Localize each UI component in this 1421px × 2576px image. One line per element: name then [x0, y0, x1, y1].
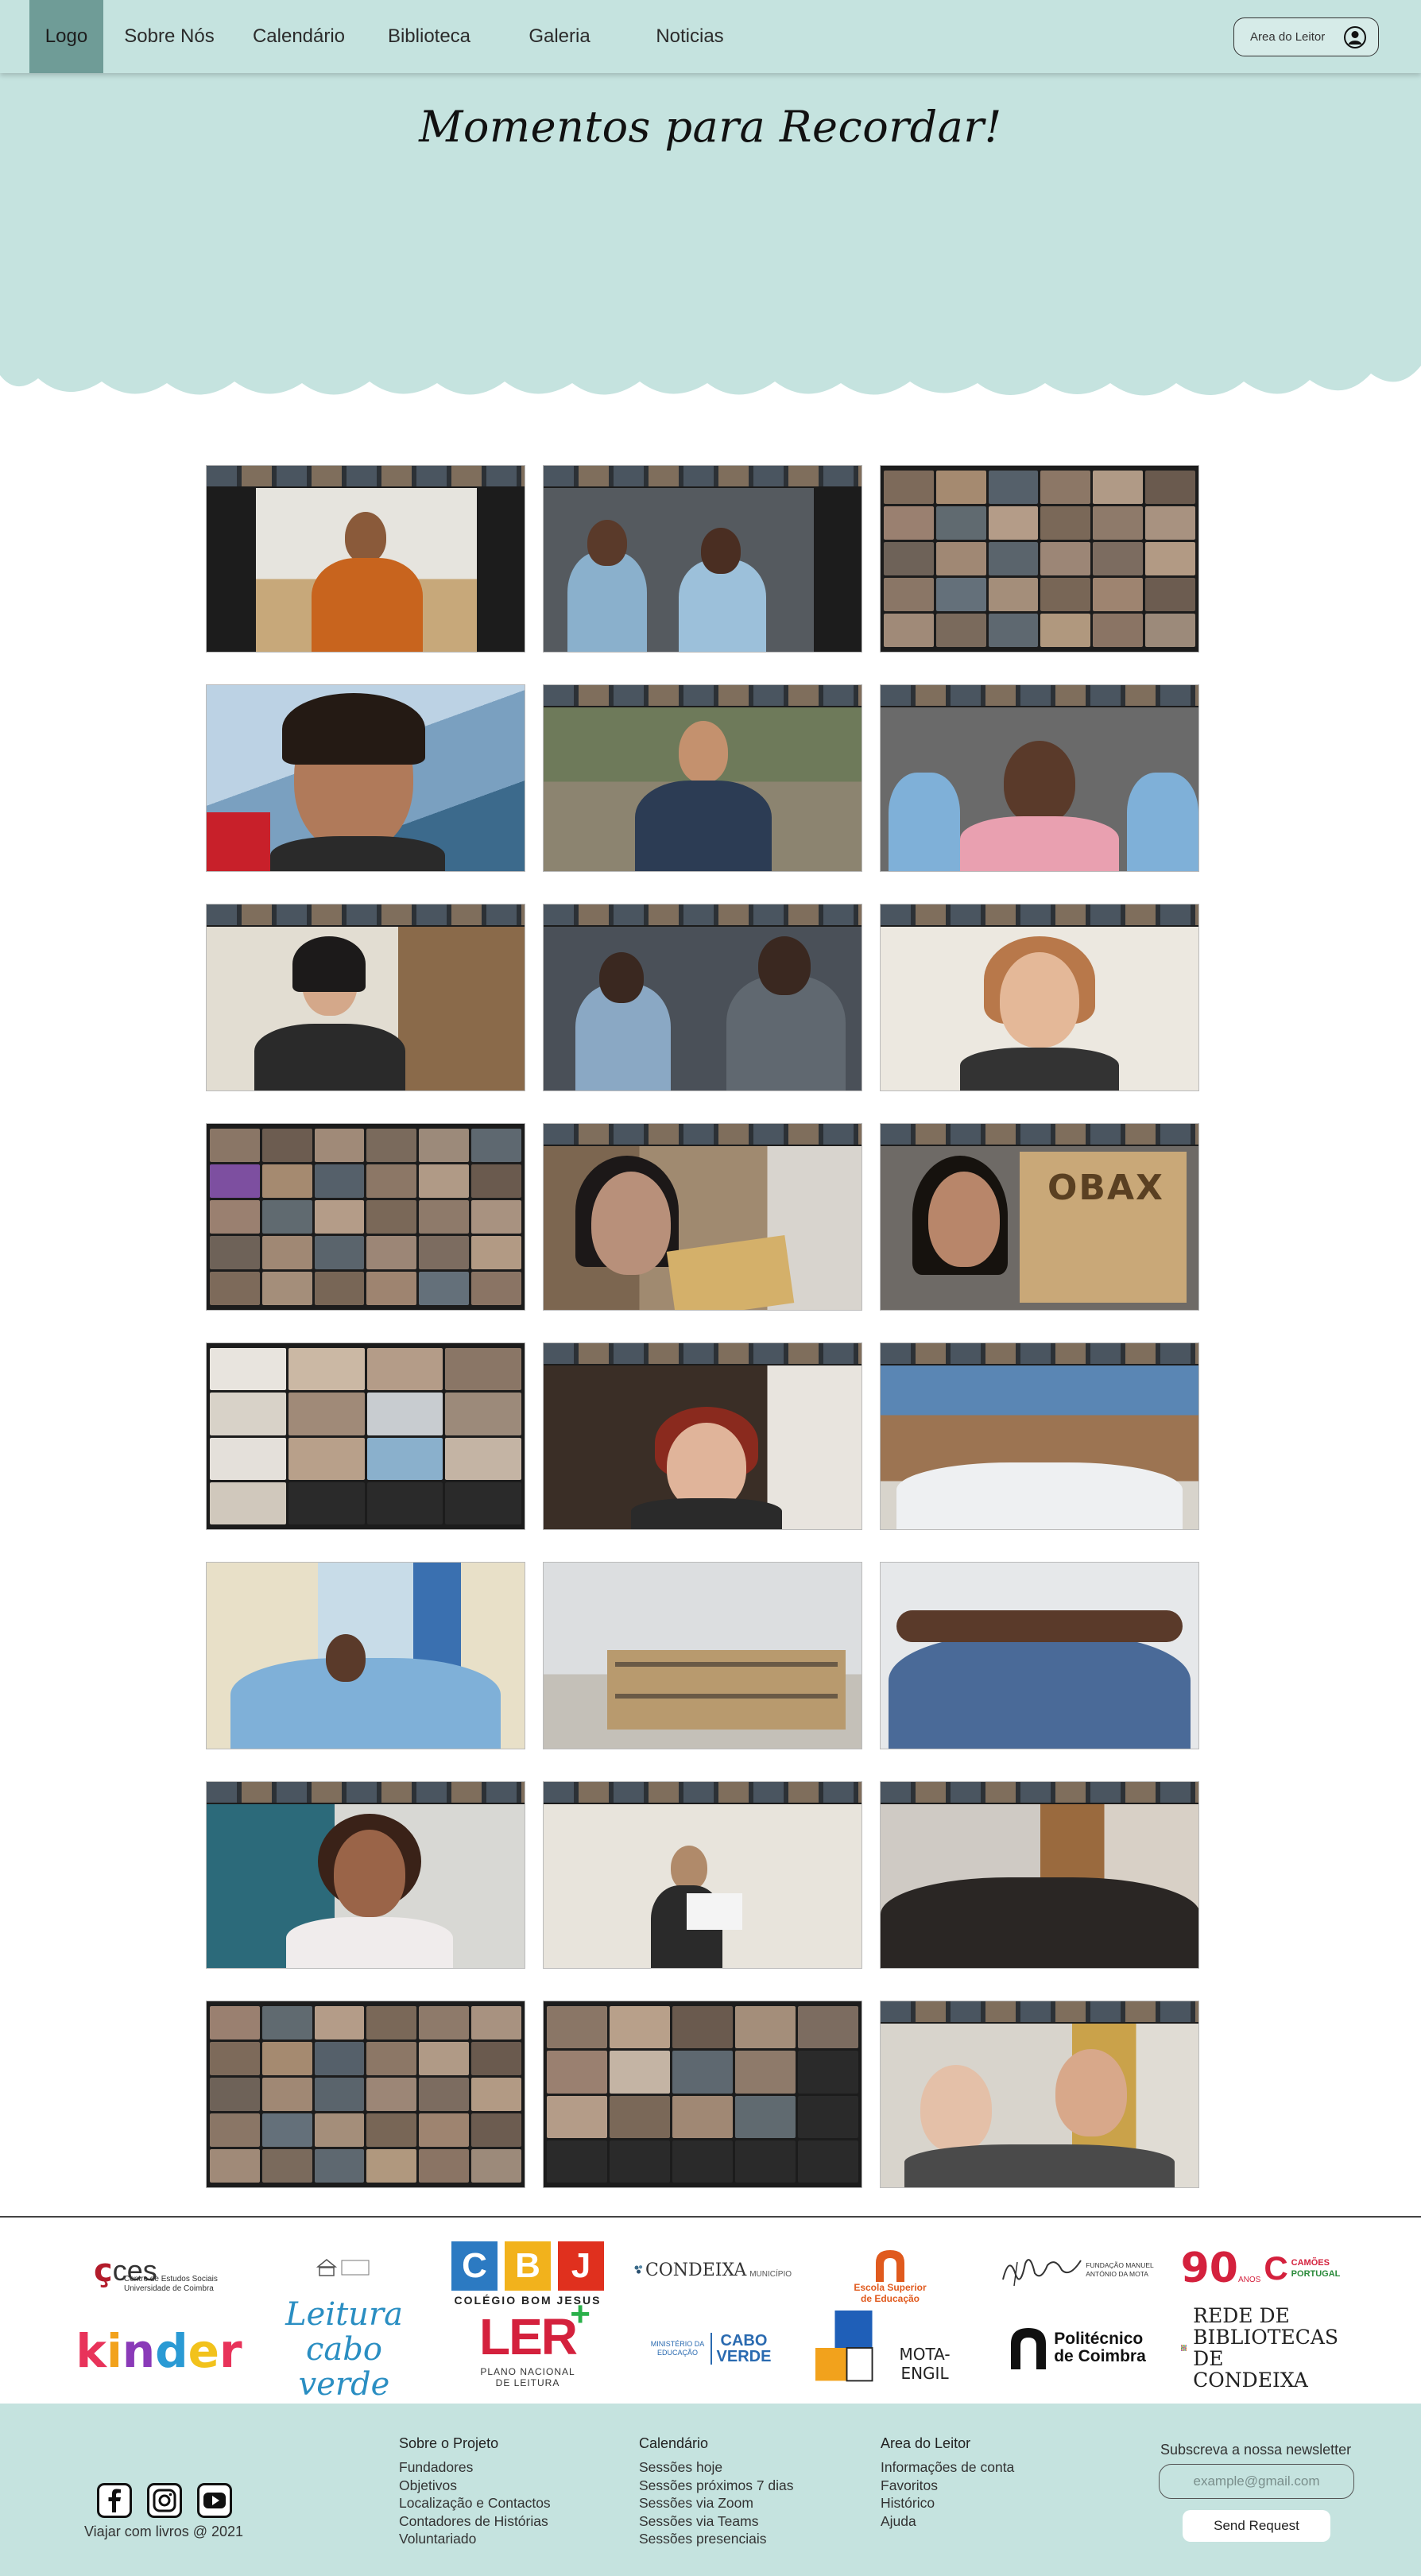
footer-link[interactable]: Informações de conta — [881, 2458, 1014, 2477]
gallery-photo[interactable] — [880, 1342, 1199, 1530]
nav-calendario[interactable]: Calendário — [245, 0, 353, 73]
footer-link[interactable]: Sessões via Zoom — [639, 2494, 794, 2512]
ces-logo: ç ces Centro de Estudos Sociais Universi… — [94, 2253, 218, 2293]
gallery-photo[interactable] — [880, 465, 1199, 653]
cloud-border — [0, 318, 1421, 396]
gallery-photo[interactable] — [543, 1123, 862, 1311]
gallery-photo[interactable] — [543, 1781, 862, 1969]
footer-link[interactable]: Favoritos — [881, 2477, 1014, 2495]
gallery-photo[interactable] — [206, 465, 525, 653]
gallery-photo[interactable] — [206, 904, 525, 1091]
ese-arch-icon — [876, 2250, 904, 2282]
facebook-icon[interactable] — [97, 2483, 132, 2518]
footer-link[interactable]: Voluntariado — [399, 2530, 551, 2548]
mota-engil-logo: MOTA-ENGIL — [815, 2308, 971, 2388]
gallery-photo[interactable] — [206, 684, 525, 872]
politecnico-arch-icon — [1011, 2328, 1047, 2369]
top-navbar: Logo Sobre Nós Calendário Biblioteca Gal… — [0, 0, 1421, 73]
gallery-photo[interactable] — [206, 1781, 525, 1969]
gallery-photo[interactable] — [206, 1123, 525, 1311]
gallery-photo[interactable] — [543, 904, 862, 1091]
page-title: Momentos para Recordar! — [419, 102, 1002, 152]
user-circle-icon — [1344, 26, 1366, 48]
gallery-photo[interactable]: OBAX — [880, 1123, 1199, 1311]
newsletter-email-input[interactable] — [1159, 2464, 1354, 2499]
book-cover-text: OBAX — [1047, 1168, 1164, 1208]
rede-bibliotecas-condeixa-logo: REDE DE BIBLIOTECAS DE CONDEIXA — [1181, 2305, 1338, 2391]
gallery-photo[interactable] — [543, 684, 862, 872]
instagram-icon[interactable] — [147, 2483, 182, 2518]
youtube-icon[interactable] — [197, 2483, 232, 2518]
ministerio-educacao-cabo-verde-logo: MINISTÉRIO DA EDUCAÇÃO CABO VERDE — [650, 2332, 772, 2365]
gallery-photo[interactable] — [206, 1342, 525, 1530]
footer-column-title: Sobre o Projeto — [399, 2435, 499, 2451]
footer-column-title: Calendário — [639, 2435, 709, 2451]
gallery-photo[interactable] — [880, 904, 1199, 1091]
gallery-photo[interactable] — [543, 1342, 862, 1530]
gallery-photo[interactable] — [543, 465, 862, 653]
footer-link[interactable]: Fundadores — [399, 2458, 551, 2477]
gallery-photo[interactable] — [880, 684, 1199, 872]
partners-divider — [0, 2216, 1421, 2218]
ler-plano-nacional-logo: LER + PLANO NACIONAL DE LEITURA — [479, 2295, 590, 2388]
send-request-button[interactable]: Send Request — [1183, 2510, 1330, 2542]
camoes-90-anos-logo: 90 ANOS C CAMÕES PORTUGAL — [1180, 2245, 1341, 2292]
unesco-logo — [315, 2256, 374, 2283]
mota-engil-squares-icon — [815, 2310, 873, 2382]
footer-link[interactable]: Histórico — [881, 2494, 1014, 2512]
footer-link[interactable]: Sessões presenciais — [639, 2530, 794, 2548]
footer-column-projeto: Sobre o Projeto Fundadores Objetivos Loc… — [399, 2435, 551, 2548]
mosaic-grid-icon — [1181, 2345, 1187, 2351]
newsletter-label: Subscreva a nossa newsletter — [1160, 2442, 1352, 2458]
gallery-photo[interactable] — [880, 1562, 1199, 1749]
footer-link[interactable]: Sessões via Teams — [639, 2512, 794, 2531]
footer-link[interactable]: Objetivos — [399, 2477, 551, 2495]
politecnico-de-coimbra-logo: Politécnico de Coimbra — [1008, 2324, 1148, 2372]
footer-link[interactable]: Sessões próximos 7 dias — [639, 2477, 794, 2495]
gallery-photo[interactable] — [206, 1562, 525, 1749]
gallery-photo[interactable] — [543, 2001, 862, 2188]
kinder-logo: k i n d e r — [76, 2324, 242, 2378]
reader-area-button[interactable]: Area do Leitor — [1233, 17, 1379, 56]
condeixa-logo: CONDEIXA MUNICÍPIO — [633, 2253, 792, 2287]
footer-column-title: Area do Leitor — [881, 2435, 971, 2451]
footer-link[interactable]: Contadores de Histórias — [399, 2512, 551, 2531]
reader-area-label: Area do Leitor — [1250, 30, 1326, 44]
nav-biblioteca[interactable]: Biblioteca — [375, 0, 483, 73]
footer-link[interactable]: Ajuda — [881, 2512, 1014, 2531]
gallery-photo[interactable] — [206, 2001, 525, 2188]
signature-icon — [1002, 2259, 1082, 2287]
nav-sobre-nos[interactable]: Sobre Nós — [118, 0, 221, 73]
site-footer: Viajar com livros @ 2021 Sobre o Projeto… — [0, 2404, 1421, 2576]
escola-superior-educacao-logo: Escola Superior de Educação — [850, 2240, 930, 2311]
footer-column-calendario: Calendário Sessões hoje Sessões próximos… — [639, 2435, 794, 2548]
leitura-cabo-verde-logo: Leitura cabo verde — [285, 2296, 403, 2403]
unesco-emblem-icon — [316, 2259, 370, 2276]
gallery-photo[interactable] — [543, 1562, 862, 1749]
gallery-photo[interactable] — [880, 1781, 1199, 1969]
footer-column-leitor: Area do Leitor Informações de conta Favo… — [881, 2435, 1014, 2530]
fundacao-manuel-antonio-da-mota-logo: FUNDAÇÃO MANUEL ANTÓNIO DA MOTA — [997, 2246, 1156, 2294]
nav-noticias[interactable]: Noticias — [642, 0, 738, 73]
gallery-photo[interactable] — [880, 2001, 1199, 2188]
condeixa-leaf-icon — [634, 2265, 643, 2274]
footer-link[interactable]: Sessões hoje — [639, 2458, 794, 2477]
footer-link[interactable]: Localização e Contactos — [399, 2494, 551, 2512]
copyright-text: Viajar com livros @ 2021 — [84, 2524, 244, 2539]
nav-galeria[interactable]: Galeria — [510, 0, 609, 73]
nav-logo[interactable]: Logo — [29, 0, 103, 73]
